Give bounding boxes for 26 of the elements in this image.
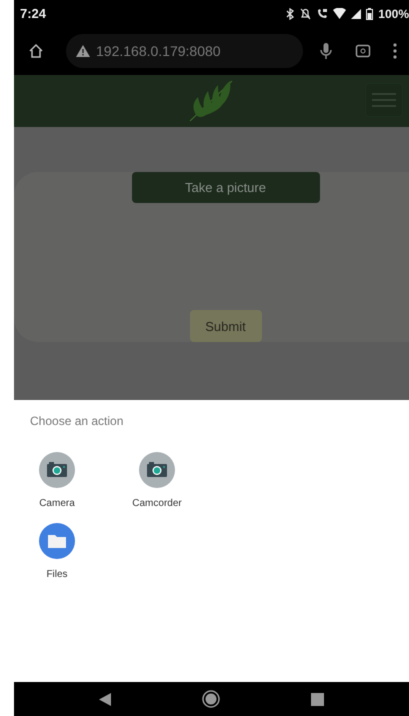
battery-icon: [366, 8, 374, 20]
camera-icon: [39, 452, 75, 488]
app-option[interactable]: Camcorder: [128, 452, 186, 509]
take-picture-button[interactable]: Take a picture: [132, 172, 320, 203]
menu-icon: [372, 93, 396, 107]
app-option[interactable]: Files: [28, 523, 86, 580]
back-icon[interactable]: [99, 692, 112, 706]
recents-icon[interactable]: [310, 692, 324, 706]
wifi-icon: [333, 8, 346, 19]
bluetooth-icon: [286, 8, 296, 20]
url-field[interactable]: 192.168.0.179:8080: [66, 34, 303, 68]
status-time: 7:24: [20, 6, 46, 21]
battery-percent: 100%: [378, 6, 409, 20]
more-icon[interactable]: [393, 43, 397, 59]
warning-icon: [76, 45, 90, 57]
app-option[interactable]: Camera: [28, 452, 86, 509]
microphone-icon[interactable]: [319, 42, 333, 60]
camera-icon: [139, 452, 175, 488]
call-icon: [316, 8, 328, 20]
signal-icon: [351, 8, 362, 18]
home-icon[interactable]: [28, 43, 44, 59]
muted-bell-icon: [300, 8, 312, 20]
sheet-title: Choose an action: [30, 414, 124, 428]
tabs-icon[interactable]: [355, 43, 371, 59]
home-button-icon[interactable]: [202, 690, 220, 708]
folder-icon: [39, 523, 75, 559]
